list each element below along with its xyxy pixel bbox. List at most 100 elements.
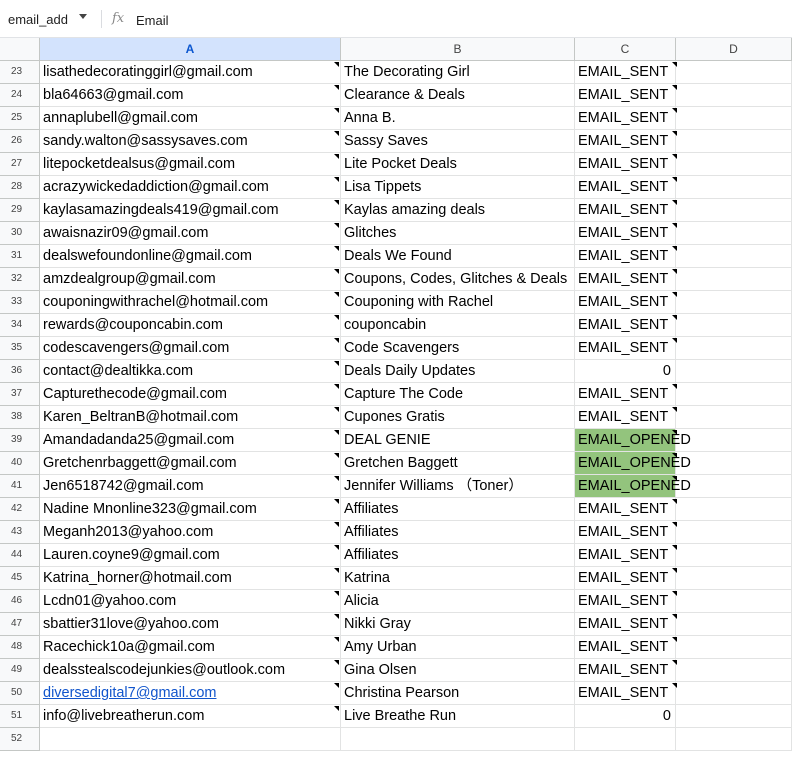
cell-d[interactable] bbox=[676, 452, 792, 475]
cell-a[interactable]: couponingwithrachel@hotmail.com bbox=[40, 291, 341, 314]
cell-c[interactable]: EMAIL_OPENED bbox=[575, 475, 691, 498]
cell-c[interactable]: EMAIL_SENT bbox=[575, 383, 677, 406]
row-number[interactable]: 43 bbox=[0, 521, 40, 544]
cell-b[interactable]: Affiliates bbox=[341, 521, 575, 544]
cell-c[interactable]: EMAIL_SENT bbox=[575, 61, 677, 84]
cell-a[interactable]: codescavengers@gmail.com bbox=[40, 337, 341, 360]
row-number[interactable]: 27 bbox=[0, 153, 40, 176]
cell-a[interactable]: Jen6518742@gmail.com bbox=[40, 475, 341, 498]
cell-d[interactable] bbox=[676, 107, 792, 130]
row-number[interactable]: 33 bbox=[0, 291, 40, 314]
cell-d[interactable] bbox=[676, 245, 792, 268]
cell-c[interactable]: EMAIL_SENT bbox=[575, 176, 677, 199]
cell-a[interactable]: Meganh2013@yahoo.com bbox=[40, 521, 341, 544]
cell-a[interactable]: acrazywickedaddiction@gmail.com bbox=[40, 176, 341, 199]
cell-c[interactable]: EMAIL_SENT bbox=[575, 406, 677, 429]
row-number[interactable]: 36 bbox=[0, 360, 40, 383]
row-number[interactable]: 35 bbox=[0, 337, 40, 360]
cell-b[interactable]: Katrina bbox=[341, 567, 575, 590]
cell-b[interactable]: The Decorating Girl bbox=[341, 61, 575, 84]
cell-c[interactable]: EMAIL_OPENED bbox=[575, 429, 691, 452]
row-number[interactable]: 45 bbox=[0, 567, 40, 590]
cell-c[interactable]: EMAIL_SENT bbox=[575, 107, 677, 130]
cell-a[interactable]: Lauren.coyne9@gmail.com bbox=[40, 544, 341, 567]
cell-b[interactable]: Lite Pocket Deals bbox=[341, 153, 575, 176]
cell-d[interactable] bbox=[676, 705, 792, 728]
cell-d[interactable] bbox=[676, 659, 792, 682]
row-number[interactable]: 24 bbox=[0, 84, 40, 107]
cell-c[interactable]: EMAIL_SENT bbox=[575, 659, 677, 682]
cell-a[interactable]: Karen_BeltranB@hotmail.com bbox=[40, 406, 341, 429]
cell-b[interactable]: Deals We Found bbox=[341, 245, 575, 268]
cell-b[interactable]: Capture The Code bbox=[341, 383, 575, 406]
cell-c[interactable]: EMAIL_SENT bbox=[575, 222, 677, 245]
cell-b[interactable]: Nikki Gray bbox=[341, 613, 575, 636]
cell-d[interactable] bbox=[676, 268, 792, 291]
cell-c[interactable] bbox=[575, 728, 676, 751]
cell-b[interactable]: couponcabin bbox=[341, 314, 575, 337]
cell-b[interactable]: Kaylas amazing deals bbox=[341, 199, 575, 222]
cell-d[interactable] bbox=[676, 61, 792, 84]
cell-a[interactable]: sbattier31love@yahoo.com bbox=[40, 613, 341, 636]
cell-c[interactable]: EMAIL_SENT bbox=[575, 84, 677, 107]
row-number[interactable]: 49 bbox=[0, 659, 40, 682]
cell-b[interactable]: Lisa Tippets bbox=[341, 176, 575, 199]
cell-a[interactable]: rewards@couponcabin.com bbox=[40, 314, 341, 337]
cell-b[interactable]: DEAL GENIE bbox=[341, 429, 575, 452]
cell-d[interactable] bbox=[676, 153, 792, 176]
cell-d[interactable] bbox=[676, 429, 792, 452]
cell-a[interactable]: contact@dealtikka.com bbox=[40, 360, 341, 383]
column-header-a[interactable]: A bbox=[40, 38, 341, 61]
row-number[interactable]: 30 bbox=[0, 222, 40, 245]
row-number[interactable]: 39 bbox=[0, 429, 40, 452]
row-number[interactable]: 52 bbox=[0, 728, 40, 751]
cell-b[interactable]: Code Scavengers bbox=[341, 337, 575, 360]
cell-d[interactable] bbox=[676, 682, 792, 705]
cell-a[interactable]: Amandadanda25@gmail.com bbox=[40, 429, 341, 452]
row-number[interactable]: 29 bbox=[0, 199, 40, 222]
row-number[interactable]: 37 bbox=[0, 383, 40, 406]
cell-a[interactable]: Capturethecode@gmail.com bbox=[40, 383, 341, 406]
cell-c[interactable]: EMAIL_OPENED bbox=[575, 452, 691, 475]
cell-b[interactable]: Affiliates bbox=[341, 544, 575, 567]
cell-d[interactable] bbox=[676, 383, 792, 406]
cell-d[interactable] bbox=[676, 222, 792, 245]
cell-b[interactable]: Sassy Saves bbox=[341, 130, 575, 153]
cell-b[interactable]: Couponing with Rachel bbox=[341, 291, 575, 314]
cell-d[interactable] bbox=[676, 498, 792, 521]
row-number[interactable]: 40 bbox=[0, 452, 40, 475]
row-number[interactable]: 28 bbox=[0, 176, 40, 199]
cell-b[interactable]: Cupones Gratis bbox=[341, 406, 575, 429]
cell-a[interactable]: lisathedecoratinggirl@gmail.com bbox=[40, 61, 341, 84]
cell-b[interactable]: Glitches bbox=[341, 222, 575, 245]
cell-a[interactable]: diversedigital7@gmail.com bbox=[40, 682, 341, 705]
cell-d[interactable] bbox=[676, 291, 792, 314]
cell-d[interactable] bbox=[676, 199, 792, 222]
cell-d[interactable] bbox=[676, 544, 792, 567]
cell-c[interactable]: EMAIL_SENT bbox=[575, 337, 677, 360]
cell-c[interactable]: EMAIL_SENT bbox=[575, 521, 677, 544]
cell-c[interactable]: EMAIL_SENT bbox=[575, 314, 677, 337]
row-number[interactable]: 47 bbox=[0, 613, 40, 636]
cell-d[interactable] bbox=[676, 613, 792, 636]
cell-c[interactable]: EMAIL_SENT bbox=[575, 498, 677, 521]
row-number[interactable]: 51 bbox=[0, 705, 40, 728]
cell-b[interactable]: Clearance & Deals bbox=[341, 84, 575, 107]
row-number[interactable]: 46 bbox=[0, 590, 40, 613]
cell-a[interactable] bbox=[40, 728, 341, 751]
cell-b[interactable]: Jennifer Williams （Toner） bbox=[341, 475, 575, 498]
cell-a[interactable]: Racechick10a@gmail.com bbox=[40, 636, 341, 659]
column-header-d[interactable]: D bbox=[676, 38, 792, 61]
cell-c[interactable]: EMAIL_SENT bbox=[575, 682, 677, 705]
row-number[interactable]: 32 bbox=[0, 268, 40, 291]
cell-c[interactable]: EMAIL_SENT bbox=[575, 153, 677, 176]
cell-c[interactable]: EMAIL_SENT bbox=[575, 567, 677, 590]
cell-d[interactable] bbox=[676, 360, 792, 383]
cell-a[interactable]: dealssteal­scodejunkies@outlook.com bbox=[40, 659, 341, 682]
cell-d[interactable] bbox=[676, 728, 792, 751]
row-number[interactable]: 23 bbox=[0, 61, 40, 84]
cell-b[interactable]: Christina Pearson bbox=[341, 682, 575, 705]
cell-b[interactable]: Live Breathe Run bbox=[341, 705, 575, 728]
cell-b[interactable]: Anna B. bbox=[341, 107, 575, 130]
cell-c[interactable]: 0 bbox=[575, 360, 676, 383]
